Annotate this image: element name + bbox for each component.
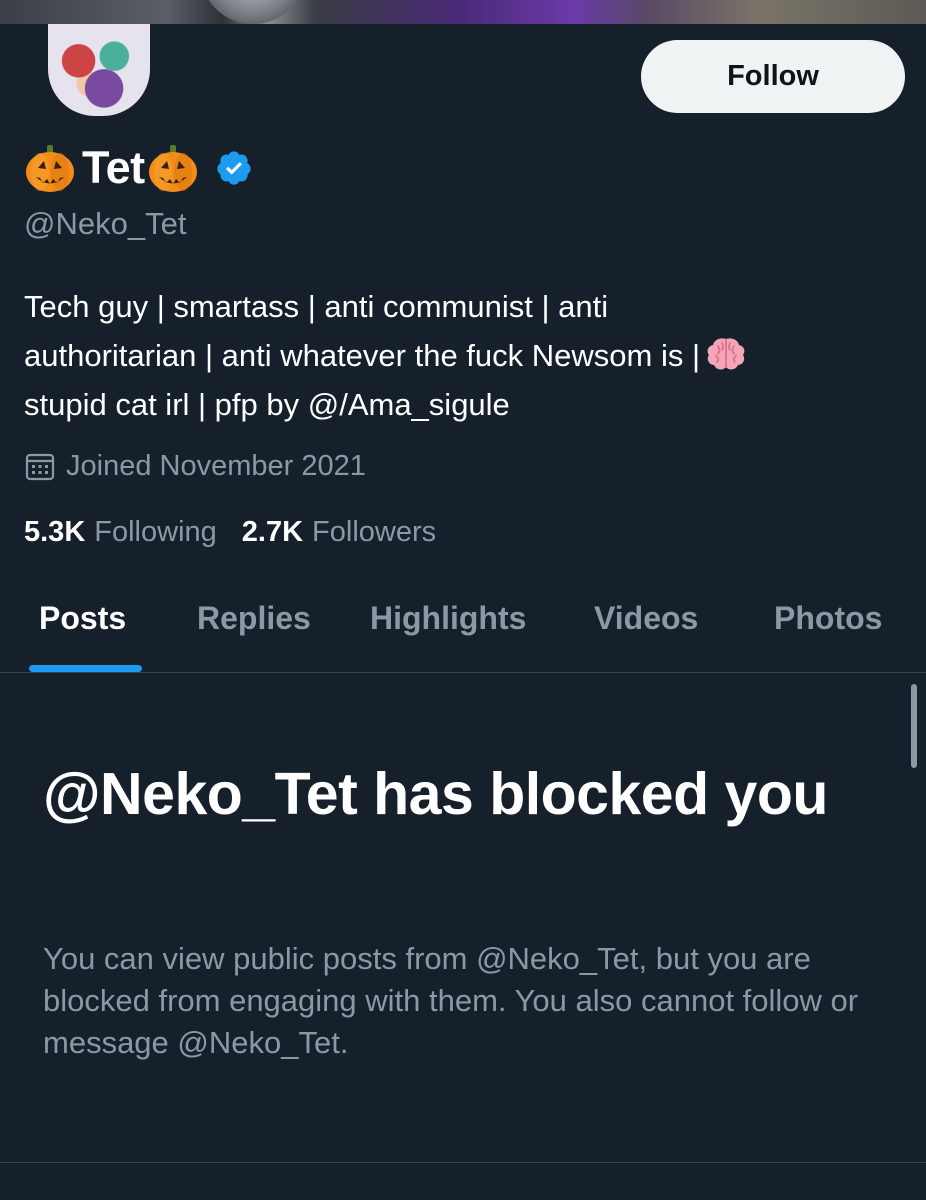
joined-date: Joined November 2021 [24,446,366,486]
blocked-title: @Neko_Tet has blocked you [43,761,828,827]
tab-posts[interactable]: Posts [39,600,126,637]
bio-line: Tech guy | smartass | anti communist | a… [24,289,609,324]
profile-handle: @Neko_Tet [24,206,187,241]
calendar-icon [24,450,56,482]
profile-banner[interactable] [0,0,926,24]
tabs-divider [0,672,926,673]
following-label: Following [94,515,217,548]
followers-link[interactable]: 2.7K Followers [242,516,436,549]
joined-text: Joined November 2021 [66,449,366,482]
follow-stats: 5.3K Following 2.7K Followers [24,512,436,552]
avatar[interactable] [44,24,154,120]
tab-photos[interactable]: Photos [774,600,882,637]
bio-line-text: authoritarian | anti whatever the fuck N… [24,338,701,373]
display-name-row: Tet [24,140,253,196]
follow-button[interactable]: Follow [641,40,905,113]
banner-image-detail [200,0,306,24]
tab-replies[interactable]: Replies [197,600,311,637]
brain-icon [706,336,746,372]
profile-bio: Tech guy | smartass | anti communist | a… [24,282,894,429]
active-tab-indicator [29,665,142,672]
followers-count: 2.7K [241,515,304,548]
bio-line: stupid cat irl | pfp by @/Ama_sigule [24,387,510,422]
jack-o-lantern-icon [147,142,199,194]
following-link[interactable]: 5.3K Following [24,516,217,549]
scrollbar[interactable] [911,684,917,768]
display-name: Tet [82,142,145,193]
blocked-message: You can view public posts from @Neko_Tet… [43,941,859,1060]
profile-tabs: Posts Replies Highlights Videos Photos [0,578,926,672]
tab-videos[interactable]: Videos [594,600,698,637]
bio-line: authoritarian | anti whatever the fuck N… [24,331,894,380]
tab-highlights[interactable]: Highlights [370,600,526,637]
content-divider [0,1162,926,1163]
verified-badge-icon[interactable] [215,149,253,187]
followers-label: Followers [312,515,437,548]
following-count: 5.3K [24,515,86,548]
jack-o-lantern-icon [24,142,76,194]
